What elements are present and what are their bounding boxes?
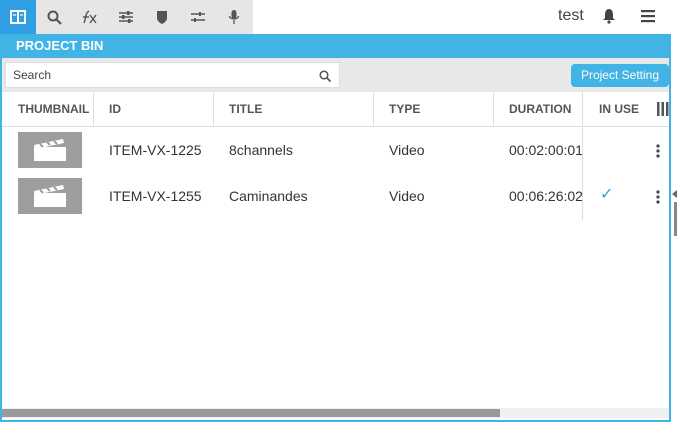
column-header-thumbnail[interactable]: THUMBNAIL bbox=[18, 92, 89, 127]
column-divider[interactable] bbox=[493, 92, 494, 127]
column-header-type[interactable]: TYPE bbox=[389, 92, 420, 127]
more-options-icon[interactable] bbox=[656, 190, 660, 209]
in-use-check-icon: ✓ bbox=[600, 186, 614, 203]
project-setting-button[interactable]: Project Setting bbox=[571, 64, 669, 87]
more-options-icon[interactable] bbox=[656, 144, 660, 163]
item-duration: 00:02:00:01 bbox=[509, 142, 583, 158]
column-divider[interactable] bbox=[93, 92, 94, 127]
item-title: Caminandes bbox=[229, 188, 308, 204]
table-row[interactable]: ITEM-VX-1225 8channels Video 00:02:00:01 bbox=[2, 128, 669, 174]
column-divider[interactable] bbox=[213, 92, 214, 127]
panel-title: PROJECT BIN bbox=[2, 34, 669, 58]
effects-icon[interactable] bbox=[72, 0, 108, 34]
search-tool-icon[interactable] bbox=[36, 0, 72, 34]
search-input[interactable] bbox=[13, 66, 313, 84]
video-thumbnail bbox=[18, 132, 82, 168]
search-row: Project Setting bbox=[2, 58, 669, 92]
horizontal-scrollbar[interactable] bbox=[2, 408, 669, 418]
table-header: THUMBNAIL ID TITLE TYPE DURATION IN USE bbox=[2, 92, 669, 127]
column-divider bbox=[582, 128, 583, 174]
column-header-title[interactable]: TITLE bbox=[229, 92, 262, 127]
column-divider[interactable] bbox=[582, 92, 583, 127]
adjust-icon[interactable] bbox=[180, 0, 216, 34]
shield-icon[interactable] bbox=[144, 0, 180, 34]
panel-icon[interactable] bbox=[0, 0, 36, 34]
item-type: Video bbox=[389, 188, 425, 204]
project-bin-panel: PROJECT BIN Project Setting THUMBNAIL ID… bbox=[0, 34, 671, 422]
column-divider bbox=[582, 174, 583, 220]
tool-strip bbox=[0, 0, 253, 34]
scrollbar-thumb[interactable] bbox=[2, 409, 500, 417]
item-id: ITEM-VX-1255 bbox=[109, 188, 202, 204]
column-header-id[interactable]: ID bbox=[109, 92, 121, 127]
column-divider[interactable] bbox=[373, 92, 374, 127]
clapperboard-icon bbox=[34, 185, 66, 207]
table-row[interactable]: ITEM-VX-1255 Caminandes Video 00:06:26:0… bbox=[2, 174, 669, 220]
item-duration: 00:06:26:02 bbox=[509, 188, 583, 204]
column-header-duration[interactable]: DURATION bbox=[509, 92, 571, 127]
top-toolbar: test bbox=[0, 0, 677, 34]
username[interactable]: test bbox=[558, 7, 584, 25]
video-thumbnail bbox=[18, 178, 82, 214]
hamburger-menu-icon[interactable] bbox=[641, 9, 655, 28]
sliders-icon[interactable] bbox=[108, 0, 144, 34]
clapperboard-icon bbox=[34, 139, 66, 161]
columns-toggle-icon[interactable] bbox=[657, 102, 669, 121]
item-type: Video bbox=[389, 142, 425, 158]
item-title: 8channels bbox=[229, 142, 293, 158]
collapse-arrow-icon[interactable] bbox=[672, 190, 677, 198]
microphone-icon[interactable] bbox=[216, 0, 252, 34]
item-id: ITEM-VX-1225 bbox=[109, 142, 202, 158]
column-header-in-use[interactable]: IN USE bbox=[599, 92, 639, 127]
bell-icon[interactable] bbox=[602, 8, 616, 29]
search-icon[interactable] bbox=[319, 69, 332, 87]
search-box bbox=[5, 62, 340, 88]
